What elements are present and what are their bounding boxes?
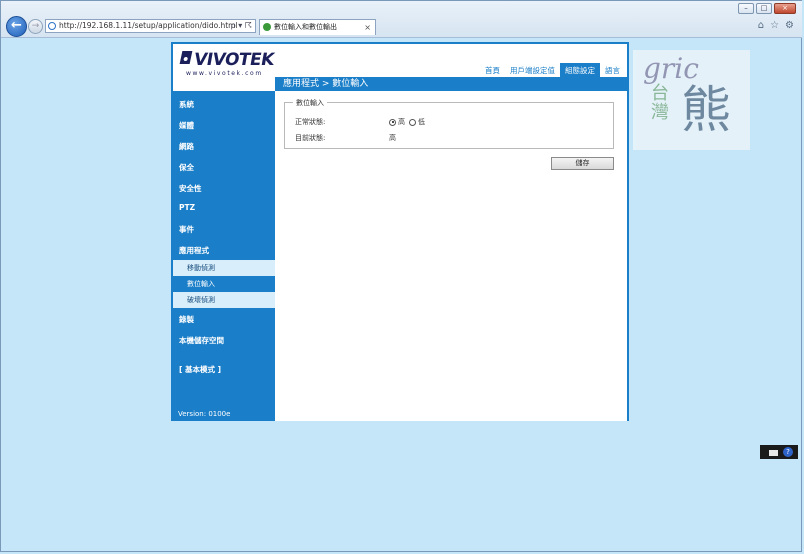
- logo-text: VIVOTEK: [192, 50, 276, 70]
- top-navigation: 首頁 用戶端設定值 組態設定 語言: [480, 63, 625, 78]
- sidebar-subitem-tampering-detection[interactable]: 破壞偵測: [173, 292, 275, 308]
- help-icon[interactable]: ?: [783, 447, 793, 457]
- maximize-button[interactable]: □: [756, 3, 772, 14]
- camera-setup-page: VIVOTEK www.vivotek.com 首頁 用戶端設定值 組態設定 語…: [171, 42, 629, 421]
- nav-configuration[interactable]: 組態設定: [560, 63, 600, 78]
- browser-toolbar: – □ × ← → http://192.168.1.11/setup/appl…: [1, 1, 802, 38]
- sidebar-subitem-motion-detection[interactable]: 移動偵測: [173, 260, 275, 276]
- nav-client-settings[interactable]: 用戶端設定值: [505, 63, 560, 78]
- nav-home[interactable]: 首頁: [480, 63, 505, 78]
- sidebar-item-security-guard[interactable]: 保全: [179, 162, 194, 173]
- sidebar-item-event[interactable]: 事件: [179, 224, 194, 235]
- sidebar-item-system[interactable]: 系統: [179, 99, 194, 110]
- radio-high[interactable]: [389, 118, 396, 126]
- vivotek-logo[interactable]: VIVOTEK www.vivotek.com: [174, 45, 434, 77]
- watermark-taiwan-text: 台灣: [651, 83, 669, 123]
- sidebar-subitem-digital-input[interactable]: 數位輸入: [173, 276, 275, 292]
- radio-low-label[interactable]: 低: [418, 117, 425, 127]
- ie-page-icon: [48, 22, 56, 30]
- url-text: http://192.168.1.11/setup/application/di…: [59, 21, 238, 30]
- sidebar-item-applications[interactable]: 應用程式: [179, 245, 209, 256]
- normal-state-label: 正常狀態:: [295, 118, 326, 126]
- sidebar: 系統 媒體 網路 保全 安全性 PTZ 事件 應用程式 移動偵測 數位輸入 破壞…: [173, 91, 275, 421]
- browser-right-icons: ⌂ ☆ ⚙: [758, 20, 794, 31]
- sidebar-item-recording[interactable]: 錄製: [179, 314, 194, 325]
- tab-favicon-icon: [263, 23, 271, 31]
- fieldset-legend: 數位輸入: [293, 98, 327, 108]
- sidebar-item-security[interactable]: 安全性: [179, 183, 202, 194]
- vivotek-logo-mark-icon: [179, 51, 193, 64]
- current-state-label: 目前狀態:: [295, 134, 326, 142]
- basic-mode-link[interactable]: [ 基本模式 ]: [179, 364, 221, 375]
- watermark-bear-text: 熊: [681, 81, 731, 139]
- home-icon[interactable]: ⌂: [758, 20, 764, 31]
- sidebar-item-network[interactable]: 網路: [179, 141, 194, 152]
- digital-input-fieldset: 數位輸入 正常狀態: 高 低 目前狀態: 高: [284, 98, 614, 149]
- save-button[interactable]: 儲存: [551, 157, 614, 170]
- tray-widget: ?: [760, 445, 798, 459]
- settings-gear-icon[interactable]: ⚙: [785, 20, 794, 31]
- tray-keyboard-icon[interactable]: [769, 450, 778, 456]
- logo-url: www.vivotek.com: [186, 70, 263, 77]
- normal-state-options: 高 低: [389, 117, 425, 127]
- search-refresh-icons[interactable]: ρ ▾ ☈: [231, 20, 252, 32]
- sidebar-item-local-storage[interactable]: 本機儲存空間: [179, 335, 224, 346]
- tab-close-icon[interactable]: ×: [364, 20, 371, 35]
- close-window-button[interactable]: ×: [774, 3, 796, 14]
- back-arrow-icon[interactable]: ←: [6, 16, 27, 37]
- main-content: 數位輸入 正常狀態: 高 低 目前狀態: 高 儲存: [275, 91, 627, 421]
- watermark-logo: gric 台灣 熊: [633, 50, 750, 150]
- page-title-breadcrumb: 應用程式 > 數位輸入: [275, 77, 627, 91]
- tab-title: 數位輸入和數位輸出: [274, 23, 337, 31]
- version-label: Version: 0100e: [178, 410, 231, 418]
- sidebar-item-media[interactable]: 媒體: [179, 120, 194, 131]
- radio-high-label[interactable]: 高: [398, 117, 405, 127]
- nav-language[interactable]: 語言: [600, 63, 625, 78]
- favorites-star-icon[interactable]: ☆: [770, 20, 779, 31]
- radio-low[interactable]: [409, 118, 416, 126]
- window-controls: – □ ×: [738, 3, 796, 14]
- current-state-value: 高: [389, 134, 396, 142]
- minimize-button[interactable]: –: [738, 3, 754, 14]
- address-bar[interactable]: http://192.168.1.11/setup/application/di…: [45, 19, 256, 33]
- sidebar-item-ptz[interactable]: PTZ: [179, 203, 195, 212]
- forward-arrow-icon[interactable]: →: [28, 19, 43, 34]
- browser-tab[interactable]: 數位輸入和數位輸出 ×: [259, 19, 376, 35]
